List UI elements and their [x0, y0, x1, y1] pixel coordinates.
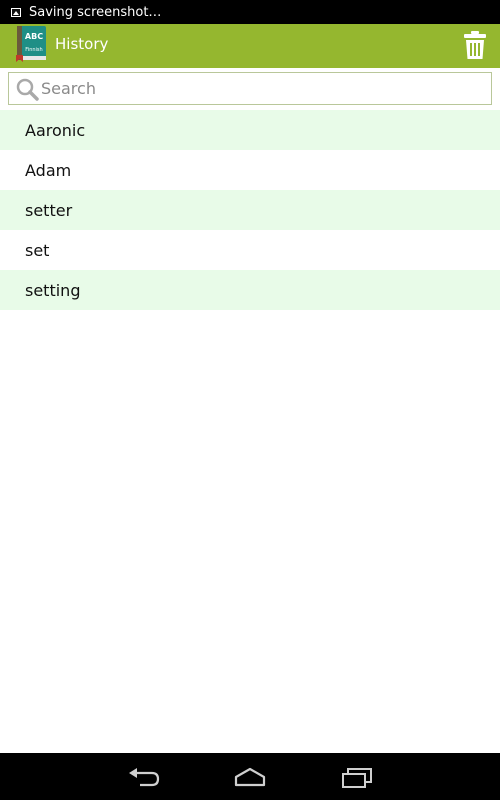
trash-icon[interactable]: [462, 30, 488, 60]
status-bar: Saving screenshot…: [0, 0, 500, 24]
home-icon[interactable]: [232, 765, 268, 789]
search-area: [0, 68, 500, 110]
list-item[interactable]: setting: [0, 270, 500, 310]
search-box[interactable]: [8, 72, 492, 105]
book-icon[interactable]: ABC Finnish: [14, 25, 48, 63]
search-icon: [16, 78, 39, 101]
list-item[interactable]: set: [0, 230, 500, 270]
app-icon-label: ABC: [25, 32, 43, 41]
search-input[interactable]: [41, 74, 491, 103]
action-bar: ABC Finnish History: [0, 24, 500, 68]
navigation-bar: [0, 753, 500, 800]
page-title: History: [55, 35, 109, 53]
list-item[interactable]: Adam: [0, 150, 500, 190]
list-item[interactable]: setter: [0, 190, 500, 230]
recents-icon[interactable]: [339, 765, 375, 789]
status-text: Saving screenshot…: [29, 4, 162, 20]
app-icon-sublabel: Finnish: [25, 47, 42, 53]
list-item[interactable]: Aaronic: [0, 110, 500, 150]
back-icon[interactable]: [126, 765, 162, 789]
history-list: Aaronic Adam setter set setting: [0, 110, 500, 310]
screenshot-icon: [11, 7, 21, 17]
